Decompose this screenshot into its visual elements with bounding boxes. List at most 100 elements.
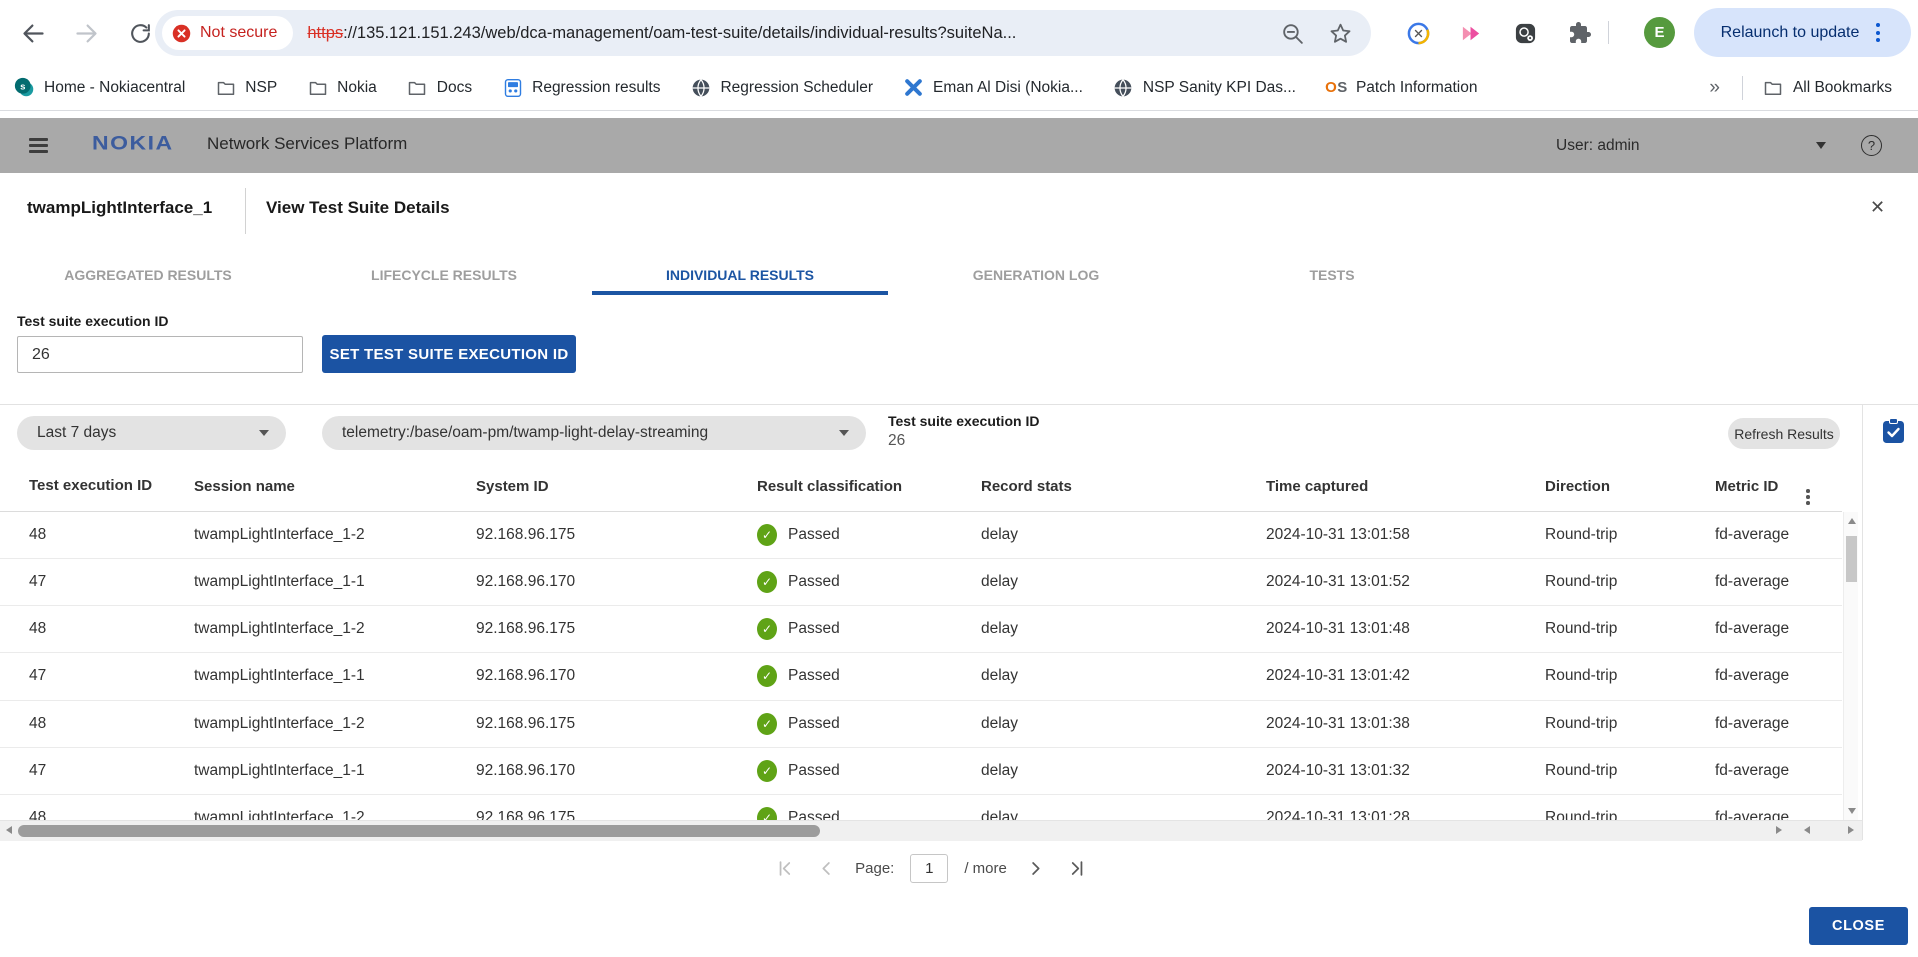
bookmark-eman-al-disi[interactable]: Eman Al Disi (Nokia... <box>903 77 1083 98</box>
title-divider <box>245 188 246 234</box>
extension-icon-pink-arrow[interactable] <box>1458 20 1484 46</box>
next-page-button[interactable] <box>1023 855 1049 881</box>
column-header[interactable]: Record stats <box>981 478 1266 495</box>
cell-result: ✓Passed <box>757 713 981 735</box>
tab-individual-results[interactable]: INDIVIDUAL RESULTS <box>592 257 888 295</box>
subscription-dropdown[interactable]: telemetry:/base/oam-pm/twamp-light-delay… <box>322 416 866 450</box>
tab-lifecycle-results[interactable]: LIFECYCLE RESULTS <box>296 257 592 295</box>
close-dialog-icon[interactable]: ✕ <box>1870 197 1885 218</box>
url-text: https://135.121.151.243/web/dca-manageme… <box>307 24 1271 43</box>
forward-arrow-icon <box>73 20 100 47</box>
filter-exec-id-value: 26 <box>888 432 905 450</box>
cell-session: twampLightInterface_1-1 <box>194 667 476 685</box>
bookmarks-overflow-icon[interactable]: » <box>1709 77 1720 99</box>
tab-tests[interactable]: TESTS <box>1184 257 1480 295</box>
result-text: Passed <box>788 762 840 780</box>
reload-button[interactable] <box>125 18 155 48</box>
cell-direction: Round-trip <box>1545 762 1715 780</box>
pink-arrow-icon <box>1460 22 1483 45</box>
bookmark-home-nokiacentral[interactable]: s Home - Nokiacentral <box>14 77 185 98</box>
bookmarks-separator <box>1742 76 1743 100</box>
zoom-out-icon[interactable] <box>1277 18 1307 48</box>
bookmark-star-icon[interactable] <box>1325 18 1355 48</box>
chrome-menu-kebab-icon[interactable] <box>1872 19 1884 46</box>
forward-button[interactable] <box>71 18 101 48</box>
url-path: ://135.121.151.243/web/dca-management/oa… <box>343 24 1016 42</box>
column-options-kebab-icon[interactable] <box>1806 489 1810 505</box>
horizontal-scrollbar[interactable] <box>0 820 1862 841</box>
bookmark-regression-results[interactable]: Regression results <box>502 77 660 98</box>
folder-icon <box>215 77 236 98</box>
first-page-button[interactable] <box>771 855 797 881</box>
cell-direction: Round-trip <box>1545 573 1715 591</box>
vertical-scrollbar-thumb[interactable] <box>1846 536 1857 582</box>
all-bookmarks-button[interactable]: All Bookmarks <box>1763 77 1892 98</box>
vertical-scrollbar[interactable] <box>1843 512 1858 820</box>
close-button[interactable]: CLOSE <box>1809 907 1908 945</box>
table-row[interactable]: 48twampLightInterface_1-292.168.96.175✓P… <box>0 701 1842 748</box>
table-body: 48twampLightInterface_1-292.168.96.175✓P… <box>0 512 1842 820</box>
exec-id-input[interactable] <box>17 336 303 373</box>
user-menu-caret-icon[interactable] <box>1816 142 1826 149</box>
column-header[interactable]: Direction <box>1545 478 1715 495</box>
side-scroll-left-arrow-icon[interactable] <box>1804 826 1810 834</box>
bookmark-folder-nsp[interactable]: NSP <box>215 77 277 98</box>
table-row[interactable]: 47twampLightInterface_1-192.168.96.170✓P… <box>0 653 1842 700</box>
side-scroll-right-arrow-icon[interactable] <box>1848 826 1854 834</box>
suite-name: twampLightInterface_1 <box>27 198 212 218</box>
relaunch-button[interactable]: Relaunch to update <box>1694 8 1911 57</box>
selected-checkbox-icon[interactable] <box>1882 418 1905 449</box>
bookmark-folder-docs[interactable]: Docs <box>407 77 472 98</box>
cell-stats: delay <box>981 809 1266 820</box>
extensions-puzzle-icon[interactable] <box>1567 20 1593 46</box>
bookmark-nsp-sanity-kpi[interactable]: NSP Sanity KPI Das... <box>1113 77 1296 98</box>
time-range-dropdown[interactable]: Last 7 days <box>17 416 286 450</box>
tab-aggregated-results[interactable]: AGGREGATED RESULTS <box>0 257 296 295</box>
panel-right-divider <box>1862 405 1863 840</box>
column-header[interactable]: System ID <box>476 478 757 495</box>
refresh-results-button[interactable]: Refresh Results <box>1728 418 1840 449</box>
scroll-up-arrow-icon[interactable] <box>1848 518 1856 524</box>
column-header[interactable]: Time captured <box>1266 478 1545 495</box>
previous-page-button[interactable] <box>813 855 839 881</box>
scroll-right-arrow-icon[interactable] <box>1776 826 1782 834</box>
hamburger-menu-icon[interactable] <box>29 138 48 153</box>
cell-direction: Round-trip <box>1545 715 1715 733</box>
extension-icon-compass[interactable] <box>1405 20 1431 46</box>
tab-generation-log[interactable]: GENERATION LOG <box>888 257 1184 295</box>
globe-icon <box>1113 77 1134 98</box>
table-row[interactable]: 47twampLightInterface_1-192.168.96.170✓P… <box>0 559 1842 606</box>
back-button[interactable] <box>18 18 48 48</box>
table-row[interactable]: 48twampLightInterface_1-292.168.96.175✓P… <box>0 606 1842 653</box>
table-row[interactable]: 47twampLightInterface_1-192.168.96.170✓P… <box>0 748 1842 795</box>
extension-icon-camera[interactable] <box>1512 20 1538 46</box>
browser-toolbar: Not secure https://135.121.151.243/web/d… <box>0 0 1918 65</box>
page-number-input[interactable] <box>910 854 948 883</box>
table-row[interactable]: 48twampLightInterface_1-292.168.96.175✓P… <box>0 512 1842 559</box>
column-header[interactable]: Result classification <box>757 478 981 495</box>
profile-avatar[interactable]: E <box>1644 17 1675 48</box>
bookmark-regression-scheduler[interactable]: Regression Scheduler <box>690 77 873 98</box>
column-header[interactable]: Test execution ID <box>29 477 154 495</box>
bookmark-label: Regression Scheduler <box>720 79 873 97</box>
bookmark-label: Eman Al Disi (Nokia... <box>933 79 1083 97</box>
bookmark-patch-information[interactable]: OS Patch Information <box>1326 77 1477 98</box>
bookmark-folder-nokia[interactable]: Nokia <box>307 77 377 98</box>
not-secure-icon <box>171 23 192 44</box>
scroll-down-arrow-icon[interactable] <box>1848 808 1856 814</box>
table-row[interactable]: 48twampLightInterface_1-292.168.96.175✓P… <box>0 795 1842 820</box>
cell-session: twampLightInterface_1-1 <box>194 573 476 591</box>
dialog-title: View Test Suite Details <box>266 198 450 218</box>
user-menu-label[interactable]: User: admin <box>1556 137 1640 155</box>
star-icon <box>1328 21 1353 46</box>
set-exec-id-button[interactable]: SET TEST SUITE EXECUTION ID <box>322 335 576 373</box>
security-chip[interactable]: Not secure <box>162 16 293 50</box>
column-header[interactable]: Session name <box>194 478 476 495</box>
address-bar[interactable]: Not secure https://135.121.151.243/web/d… <box>155 10 1371 56</box>
horizontal-scrollbar-thumb[interactable] <box>18 825 820 837</box>
scroll-left-arrow-icon[interactable] <box>6 826 12 834</box>
last-page-button[interactable] <box>1065 855 1091 881</box>
help-icon[interactable]: ? <box>1861 135 1882 156</box>
column-header[interactable]: Metric ID <box>1715 478 1842 495</box>
dropdown-caret-icon <box>259 430 269 436</box>
